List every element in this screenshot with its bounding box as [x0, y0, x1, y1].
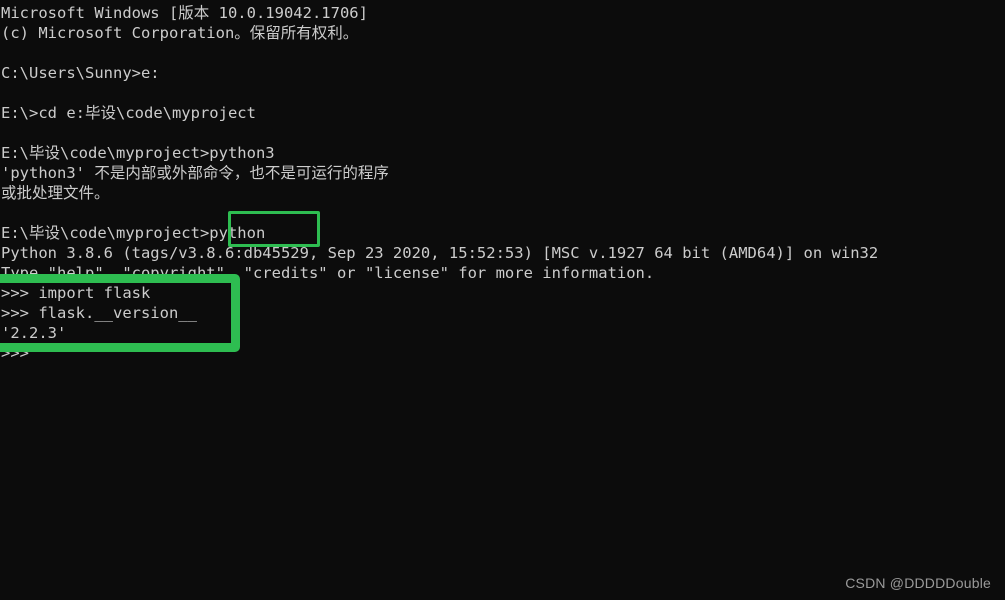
terminal-line: 'python3' 不是内部或外部命令，也不是可运行的程序 — [1, 164, 389, 182]
terminal-line: 或批处理文件。 — [1, 184, 110, 202]
watermark: CSDN @DDDDDouble — [845, 575, 991, 591]
terminal-line-version-output: '2.2.3' — [1, 324, 67, 342]
terminal-line: Microsoft Windows [版本 10.0.19042.1706] — [1, 4, 368, 22]
terminal-line-python-prompt: E:\毕设\code\myproject>python — [1, 224, 266, 242]
command-prompt-window[interactable]: Microsoft Windows [版本 10.0.19042.1706] (… — [0, 0, 1005, 600]
terminal-line: C:\Users\Sunny>e: — [1, 64, 160, 82]
terminal-line-prompt: >>> — [1, 344, 29, 362]
terminal-line: E:\毕设\code\myproject>python3 — [1, 144, 275, 162]
terminal-line-import-flask: >>> import flask — [1, 284, 151, 302]
terminal-line: E:\>cd e:毕设\code\myproject — [1, 104, 256, 122]
terminal-line: Python 3.8.6 (tags/v3.8.6:db45529, Sep 2… — [1, 244, 879, 262]
terminal-line: Type "help", "copyright", "credits" or "… — [1, 264, 655, 282]
terminal-line: (c) Microsoft Corporation。保留所有权利。 — [1, 24, 359, 42]
terminal-output[interactable]: Microsoft Windows [版本 10.0.19042.1706] (… — [0, 0, 1005, 363]
terminal-line-flask-version: >>> flask.__version__ — [1, 304, 197, 322]
